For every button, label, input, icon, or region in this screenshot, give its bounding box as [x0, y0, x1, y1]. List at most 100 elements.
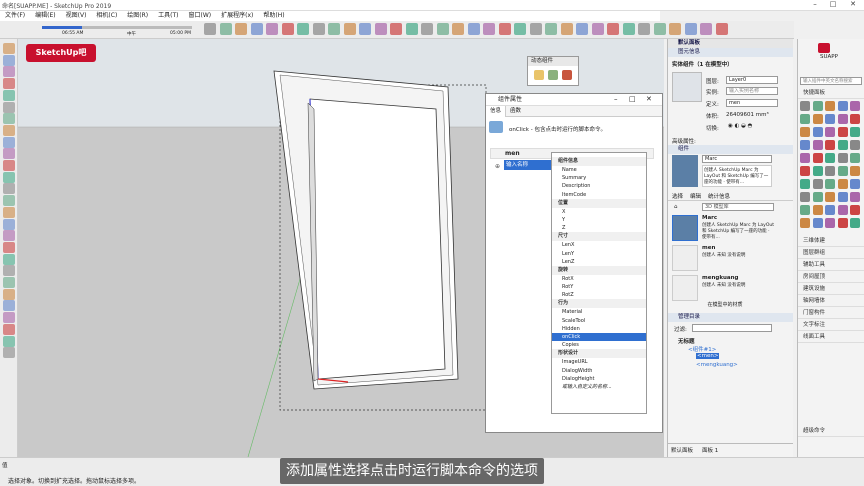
plugin-icon[interactable] — [837, 101, 848, 111]
plugin-icon[interactable] — [800, 101, 810, 111]
plugin-icon[interactable] — [825, 192, 835, 202]
toolbar-tool-icon[interactable] — [498, 23, 511, 35]
plugin-icon[interactable] — [850, 192, 860, 202]
plugin-icon[interactable] — [825, 179, 835, 189]
outliner-item[interactable]: <组件#1> — [688, 345, 716, 353]
left-tool-icon[interactable] — [3, 218, 15, 230]
instance-field[interactable]: 输入实例名称 — [726, 87, 778, 95]
toolbar-tool-icon[interactable] — [452, 23, 464, 35]
dropdown-item[interactable]: RotZ — [552, 291, 646, 299]
toolbar-tool-icon[interactable] — [545, 23, 557, 35]
left-tool-icon[interactable] — [3, 160, 15, 171]
attribute-dropdown[interactable]: 组件信息 Name Summary Description ItemCode 位置 X Y Z 尺… — [551, 152, 647, 414]
plugin-icon[interactable] — [812, 140, 823, 150]
tab-stats[interactable]: 统计信息 — [708, 192, 730, 200]
left-tool-icon[interactable] — [3, 89, 15, 101]
component-options-icon[interactable] — [548, 70, 558, 80]
dropdown-item[interactable]: RotY — [552, 283, 646, 291]
plugin-section[interactable]: 建筑设施 — [798, 283, 864, 295]
filter-input[interactable] — [692, 324, 772, 332]
layer-select[interactable]: Layer0 — [726, 76, 778, 84]
menu-file[interactable]: 文件(F) — [5, 11, 25, 21]
plugin-icon[interactable] — [812, 166, 823, 176]
plugin-icon[interactable] — [812, 218, 823, 228]
home-icon[interactable]: ⌂ — [674, 204, 678, 210]
toolbar-tool-icon[interactable] — [684, 23, 697, 35]
component-desc[interactable]: 创建人 SketchUp Marc 为 LayOut 和 SketchUp 编写… — [702, 165, 772, 187]
plugin-icon[interactable] — [850, 166, 860, 176]
plugin-section[interactable]: 文字标注 — [798, 319, 864, 331]
plugin-icon[interactable] — [825, 101, 835, 111]
toolbar-tool-icon[interactable] — [638, 23, 650, 35]
left-tool-icon[interactable] — [3, 300, 15, 312]
dropdown-item[interactable]: LenY — [552, 250, 646, 258]
interact-icon[interactable] — [534, 70, 544, 80]
quick-panel-label[interactable]: 快捷面板 — [798, 87, 864, 99]
plugin-icon[interactable] — [825, 127, 835, 137]
left-tool-icon[interactable] — [3, 335, 15, 347]
left-tool-icon[interactable] — [3, 277, 15, 288]
menu-help[interactable]: 帮助(H) — [263, 11, 284, 21]
plugin-icon[interactable] — [850, 153, 860, 163]
toolbar-tool-icon[interactable] — [576, 23, 588, 35]
components-header[interactable]: 组件 — [668, 145, 793, 154]
plugin-icon[interactable] — [800, 166, 810, 176]
toolbar-tool-icon[interactable] — [529, 23, 542, 35]
entity-info-header[interactable]: 图元信息 — [668, 48, 793, 57]
dropdown-item[interactable]: RotX — [552, 275, 646, 283]
plugin-section[interactable]: 房间屋顶 — [798, 271, 864, 283]
plugin-icon[interactable] — [812, 127, 823, 137]
toolbar-tool-icon[interactable] — [343, 23, 356, 35]
component-name-field[interactable]: Marc — [702, 155, 772, 163]
plugin-section[interactable]: 门窗构件 — [798, 307, 864, 319]
definition-field[interactable]: men — [726, 99, 778, 107]
toolbar-tool-icon[interactable] — [669, 23, 681, 35]
plugin-icon[interactable] — [850, 114, 860, 124]
plugin-icon[interactable] — [850, 205, 860, 215]
left-tool-icon[interactable] — [3, 230, 15, 242]
toolbar-tool-icon[interactable] — [467, 23, 480, 35]
plugin-section[interactable]: 轴网墙体 — [798, 295, 864, 307]
tab-functions[interactable]: 函数 — [506, 106, 525, 117]
plugin-icon[interactable] — [837, 127, 848, 137]
toolbar-tool-icon[interactable] — [328, 23, 340, 35]
left-tool-icon[interactable] — [3, 54, 15, 66]
dropdown-item[interactable]: Summary — [552, 174, 646, 182]
menu-draw[interactable]: 绘图(R) — [127, 11, 148, 21]
dropdown-item[interactable]: onClick — [552, 333, 646, 342]
toolbar-tool-icon[interactable] — [421, 23, 433, 35]
maximize-icon[interactable]: □ — [826, 0, 840, 10]
left-tool-icon[interactable] — [3, 206, 15, 218]
toolbar-tool-icon[interactable] — [560, 23, 573, 35]
left-tool-icon[interactable] — [3, 113, 15, 125]
plugin-icon[interactable] — [825, 114, 835, 124]
plugin-icon[interactable] — [812, 114, 823, 124]
left-tool-icon[interactable] — [3, 241, 15, 253]
toolbar-tool-icon[interactable] — [297, 23, 309, 35]
left-tool-icon[interactable] — [3, 148, 15, 160]
dropdown-item[interactable]: Name — [552, 166, 646, 174]
tab-tray-1[interactable]: 面板 1 — [702, 446, 718, 454]
toolbar-tool-icon[interactable] — [235, 23, 247, 35]
library-item-name[interactable]: mengkuang — [702, 275, 738, 281]
left-tool-icon[interactable] — [3, 171, 15, 183]
dropdown-item[interactable]: DialogHeight — [552, 375, 646, 383]
plugin-icon[interactable] — [800, 179, 810, 189]
toolbar-tool-icon[interactable] — [219, 23, 232, 35]
toolbar-tool-icon[interactable] — [359, 23, 371, 35]
close-icon[interactable]: ✕ — [646, 95, 652, 103]
toolbar-tool-icon[interactable] — [483, 23, 495, 35]
dropdown-item[interactable]: ImageURL — [552, 358, 646, 366]
left-tool-icon[interactable] — [3, 124, 15, 136]
toolbar-tool-icon[interactable] — [622, 23, 635, 35]
component-attributes-icon[interactable] — [562, 70, 572, 80]
tab-info[interactable]: 信息 — [486, 106, 507, 117]
toolbar-tool-icon[interactable] — [607, 23, 619, 35]
plugin-icon[interactable] — [837, 153, 848, 163]
dropdown-item[interactable]: ScaleTool — [552, 317, 646, 325]
plugin-icon[interactable] — [837, 192, 848, 202]
toolbar-tool-icon[interactable] — [281, 23, 294, 35]
plugin-icon[interactable] — [850, 140, 860, 150]
model-library-select[interactable]: 3D 模型库 — [702, 203, 774, 211]
library-item-name[interactable]: men — [702, 245, 715, 251]
